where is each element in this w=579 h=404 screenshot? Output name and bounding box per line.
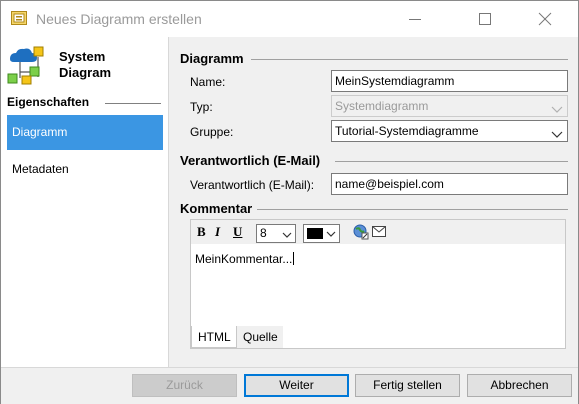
section-heading-diagramm: Diagramm	[180, 51, 244, 66]
window-title: Neues Diagramm erstellen	[36, 11, 202, 27]
gruppe-select-value: Tutorial-Systemdiagramme	[335, 124, 479, 138]
color-swatch	[307, 228, 323, 239]
italic-button[interactable]: I	[215, 224, 220, 240]
main-panel: Diagramm Name: MeinSystemdiagramm Typ: S…	[169, 37, 578, 367]
editor-toolbar: B I U 8	[191, 220, 565, 244]
close-button[interactable]	[522, 1, 568, 37]
comment-text-area[interactable]: MeinKommentar...	[195, 252, 295, 266]
section-heading-verantwortlich: Verantwortlich (E-Mail)	[180, 153, 321, 168]
next-button[interactable]: Weiter	[244, 374, 349, 397]
typ-label: Typ:	[190, 100, 213, 114]
section-heading-kommentar: Kommentar	[180, 201, 253, 216]
font-size-value: 8	[260, 226, 267, 240]
chevron-down-icon	[326, 228, 336, 242]
tab-quelle[interactable]: Quelle	[237, 326, 283, 348]
title-bar: Neues Diagramm erstellen	[1, 1, 578, 37]
sidebar-item-metadaten[interactable]: Metadaten	[7, 152, 163, 187]
system-diagram-logo-icon	[6, 45, 48, 85]
text-caret	[293, 252, 295, 265]
insert-link-icon[interactable]	[353, 224, 369, 243]
gruppe-select[interactable]: Tutorial-Systemdiagramme	[331, 120, 568, 142]
text-color-picker[interactable]	[303, 224, 340, 243]
sidebar: System Diagram Eigenschaften Diagramm Me…	[1, 37, 169, 367]
cancel-button[interactable]: Abbrechen	[467, 374, 572, 397]
chevron-down-icon	[282, 228, 292, 245]
maximize-button[interactable]	[462, 1, 508, 37]
back-button[interactable]: Zurück	[132, 374, 237, 397]
typ-select-value: Systemdiagramm	[335, 99, 429, 113]
font-size-select[interactable]: 8	[256, 224, 296, 243]
sidebar-item-diagramm[interactable]: Diagramm	[7, 115, 163, 150]
comment-text: MeinKommentar...	[195, 252, 293, 266]
section-divider	[335, 161, 568, 162]
logo-text-line2: Diagram	[59, 65, 112, 80]
comment-editor: B I U 8 MeinKommentar... HTML Quelle	[190, 219, 566, 349]
section-divider	[251, 59, 568, 60]
typ-select: Systemdiagramm	[331, 95, 568, 117]
chevron-down-icon	[551, 101, 563, 121]
dialog-footer: Zurück Weiter Fertig stellen Abbrechen	[1, 367, 578, 404]
mail-link-icon[interactable]	[372, 226, 386, 240]
dialog-window: Neues Diagramm erstellen System Diagram …	[0, 0, 579, 404]
sidebar-section-divider	[105, 103, 161, 104]
window-icon	[11, 11, 27, 25]
name-input[interactable]: MeinSystemdiagramm	[331, 70, 568, 92]
logo-text-line1: System	[59, 49, 106, 64]
email-field[interactable]: name@beispiel.com	[331, 173, 568, 195]
gruppe-label: Gruppe:	[190, 125, 234, 139]
verantwortlich-label: Verantwortlich (E-Mail):	[190, 178, 315, 192]
logo-text: System Diagram	[59, 49, 159, 81]
section-divider	[257, 209, 568, 210]
bold-button[interactable]: B	[197, 224, 206, 240]
sidebar-section-heading: Eigenschaften	[7, 95, 90, 109]
finish-button[interactable]: Fertig stellen	[355, 374, 460, 397]
underline-button[interactable]: U	[233, 224, 242, 240]
minimize-button[interactable]	[392, 1, 438, 37]
tab-html[interactable]: HTML	[191, 326, 237, 348]
chevron-down-icon[interactable]	[551, 126, 563, 146]
name-label: Name:	[190, 75, 226, 89]
